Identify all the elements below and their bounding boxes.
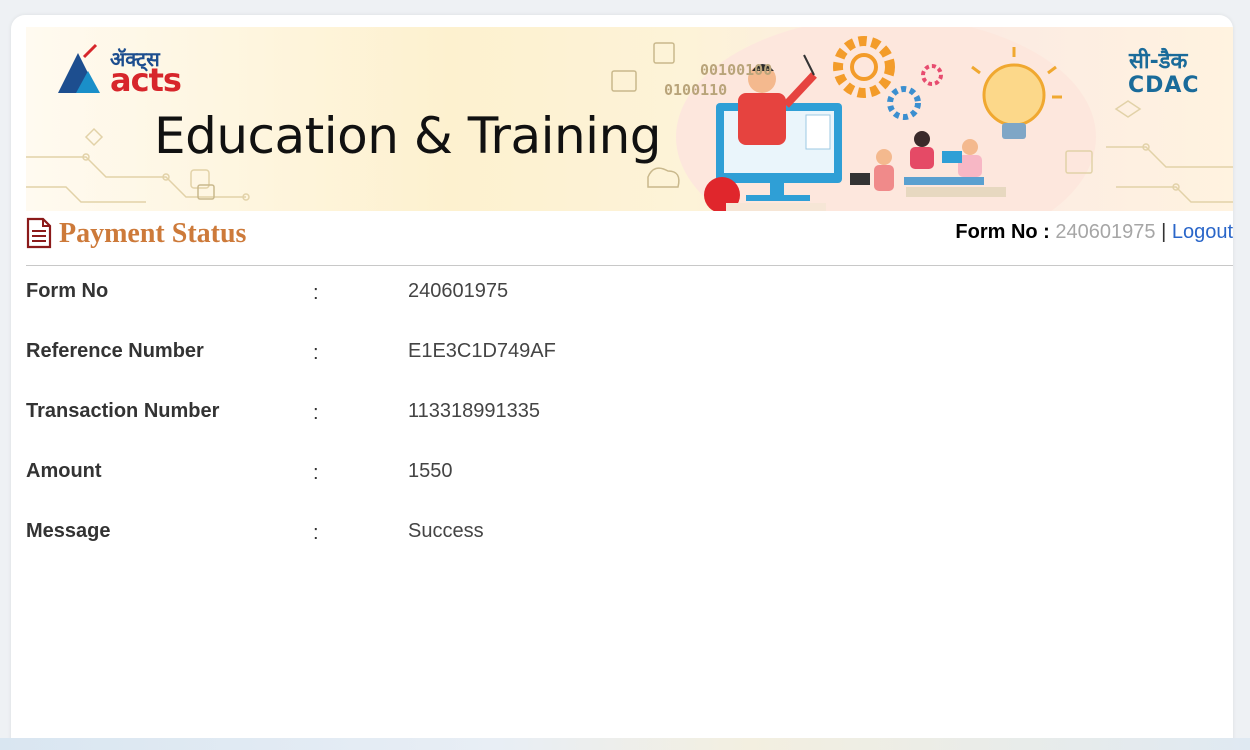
payment-details: Form No : 240601975 Reference Number : E…	[26, 278, 1026, 578]
form-no-value: 240601975	[1055, 221, 1156, 243]
detail-value: E1E3C1D749AF	[408, 340, 556, 362]
detail-row-message: Message : Success	[26, 518, 1026, 578]
header-separator: |	[1161, 221, 1167, 243]
header-banner: ॲक्ट्स acts Education & Training 0010010…	[26, 27, 1233, 211]
cdac-logo-text: CDAC	[1128, 73, 1200, 98]
form-no-label: Form No :	[955, 221, 1050, 243]
detail-value: 1550	[408, 460, 453, 482]
detail-label: Amount	[26, 460, 102, 482]
page-header: Payment Status Form No : 240601975 | Log…	[26, 215, 1233, 265]
detail-colon: :	[313, 282, 319, 304]
os-taskbar	[0, 738, 1250, 750]
binary-text-2: 0100110	[664, 81, 728, 99]
detail-value: 113318991335	[408, 400, 540, 422]
banner-title: Education & Training	[154, 107, 662, 165]
binary-text-1: 00100100	[700, 61, 773, 79]
detail-label: Reference Number	[26, 340, 204, 362]
detail-colon: :	[313, 342, 319, 364]
cdac-hindi-logo-text: सी-डैक	[1129, 49, 1188, 74]
header-divider	[26, 265, 1233, 266]
detail-row-form-no: Form No : 240601975	[26, 278, 1026, 338]
acts-logo-icon	[58, 43, 100, 93]
logout-link[interactable]: Logout	[1172, 221, 1233, 243]
detail-label: Message	[26, 520, 111, 542]
main-card: ॲक्ट्स acts Education & Training 0010010…	[11, 15, 1233, 750]
detail-colon: :	[313, 522, 319, 544]
header-user-info: Form No : 240601975 | Logout	[955, 221, 1233, 244]
detail-label: Form No	[26, 280, 109, 302]
detail-row-amount: Amount : 1550	[26, 458, 1026, 518]
detail-colon: :	[313, 402, 319, 424]
detail-row-transaction-number: Transaction Number : 113318991335	[26, 398, 1026, 458]
detail-colon: :	[313, 462, 319, 484]
detail-label: Transaction Number	[26, 400, 220, 422]
detail-value: Success	[408, 520, 484, 542]
acts-logo-text: acts	[110, 61, 182, 99]
page-title: Payment Status	[59, 218, 247, 249]
detail-row-reference-number: Reference Number : E1E3C1D749AF	[26, 338, 1026, 398]
document-icon	[26, 217, 52, 249]
detail-value: 240601975	[408, 280, 509, 302]
